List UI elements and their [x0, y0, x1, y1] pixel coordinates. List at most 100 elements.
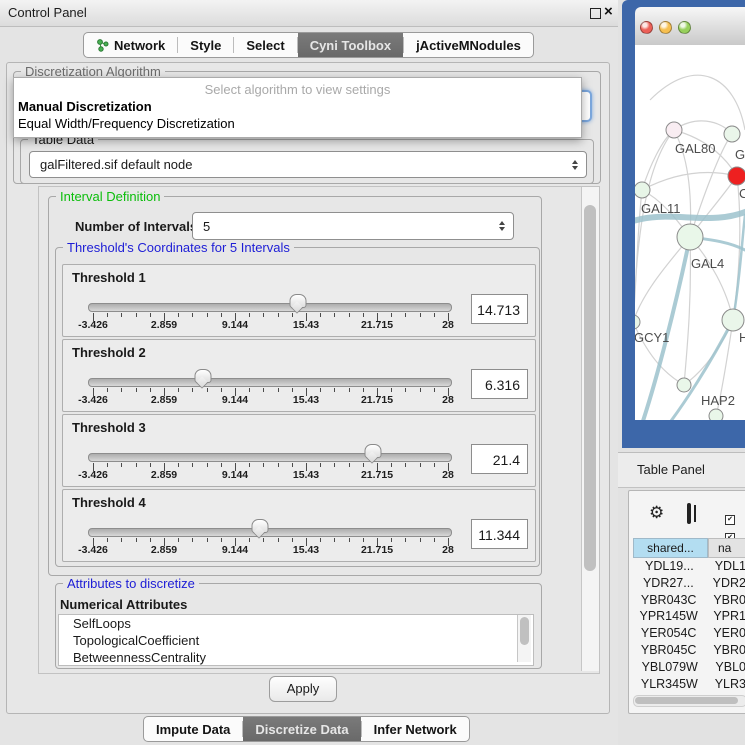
- tab-label: Select: [246, 38, 284, 53]
- slider-track[interactable]: [88, 378, 452, 387]
- slider-tick-label: 28: [442, 544, 454, 556]
- tab-network[interactable]: Network: [84, 33, 177, 57]
- settings-scrollbar[interactable]: [581, 187, 599, 671]
- network-canvas[interactable]: GAL80GACGAL11GAL4GCY1HHAP2: [635, 45, 745, 420]
- combo-arrows-icon[interactable]: [572, 160, 586, 170]
- slider-thumb[interactable]: [195, 369, 212, 383]
- table-row[interactable]: YLR345WYLR3: [633, 677, 745, 694]
- network-node[interactable]: [666, 122, 682, 138]
- slider-tick-label: 2.859: [151, 394, 177, 406]
- tab-cyni-toolbox[interactable]: Cyni Toolbox: [298, 33, 403, 57]
- panel-title: Control Panel: [8, 5, 87, 20]
- tab-infer-network[interactable]: Infer Network: [362, 717, 469, 741]
- slider-track[interactable]: [88, 303, 452, 312]
- network-node[interactable]: [635, 315, 640, 329]
- screenshot-root: Control Panel × NetworkStyle Select Cyni T…: [0, 0, 745, 745]
- table-data-combobox[interactable]: galFiltered.sif default node: [29, 151, 587, 178]
- slider-track[interactable]: [88, 453, 452, 462]
- table-row[interactable]: YBL079WYBL0: [633, 660, 745, 677]
- network-node-label: GAL11: [641, 201, 681, 216]
- network-node[interactable]: [635, 182, 650, 198]
- float-panel-icon[interactable]: [590, 8, 601, 19]
- threshold-value-field[interactable]: 6.316: [471, 369, 528, 399]
- slider-tick: [136, 538, 137, 542]
- slider-tick: [278, 463, 279, 467]
- tab-jactivemnodules[interactable]: jActiveMNodules: [404, 33, 533, 57]
- slider-tick: [349, 388, 350, 392]
- slider-tick: [263, 463, 264, 467]
- table-row[interactable]: YDR27...YDR2: [633, 576, 745, 593]
- cell-name: YBR0: [704, 643, 745, 660]
- attribute-list-item[interactable]: BetweennessCentrality: [59, 649, 533, 666]
- popup-item-manual[interactable]: Manual Discretization: [18, 99, 152, 114]
- gear-icon[interactable]: ⚙: [649, 504, 664, 523]
- table-horizontal-scrollbar[interactable]: [633, 695, 745, 707]
- tab-style[interactable]: Style: [178, 33, 233, 57]
- slider-tick: [434, 463, 435, 467]
- threshold-label: Threshold 2: [72, 345, 146, 360]
- table-row[interactable]: YDL19...YDL1: [633, 559, 745, 576]
- threshold-value-field[interactable]: 11.344: [471, 519, 528, 549]
- popup-item-equal-width[interactable]: Equal Width/Frequency Discretization: [18, 116, 235, 131]
- table-row[interactable]: YBR045CYBR0: [633, 643, 745, 660]
- slider-tick: [107, 388, 108, 392]
- slider-tick: [121, 538, 122, 542]
- tab-discretize-data[interactable]: Discretize Data: [243, 717, 360, 741]
- network-node-label: GAL4: [691, 256, 724, 271]
- network-node-label: HAP2: [701, 393, 735, 408]
- num-intervals-label: Number of Intervals: [75, 219, 197, 234]
- slider-tick: [420, 538, 421, 542]
- attributes-list-scrollbar[interactable]: [517, 615, 531, 662]
- threshold-panel-3: Threshold 3-3.4262.8599.14415.4321.71528…: [62, 414, 536, 487]
- network-node[interactable]: [677, 378, 691, 392]
- slider-tick: [363, 388, 364, 392]
- tab-select[interactable]: Select: [234, 33, 296, 57]
- slider-thumb[interactable]: [289, 294, 306, 308]
- spinner-arrows-icon[interactable]: [499, 221, 513, 231]
- table-row[interactable]: YER054CYER0: [633, 626, 745, 643]
- network-window-titlebar[interactable]: [635, 7, 745, 46]
- slider-thumb[interactable]: [365, 444, 382, 458]
- cell-shared-name: YDL19...: [633, 559, 706, 576]
- close-icon[interactable]: ×: [604, 3, 613, 21]
- mac-zoom-icon[interactable]: [678, 21, 691, 34]
- apply-button[interactable]: Apply: [269, 676, 337, 702]
- attribute-list-item[interactable]: SelfLoops: [59, 615, 533, 632]
- slider-tick: [150, 538, 151, 542]
- table-row[interactable]: YBR043CYBR0: [633, 593, 745, 610]
- attribute-list-item[interactable]: TopologicalCoefficient: [59, 632, 533, 649]
- slider-tick: [363, 313, 364, 317]
- mac-close-icon[interactable]: [640, 21, 653, 34]
- cell-name: YBL0: [706, 660, 745, 677]
- slider-tick: [391, 538, 392, 542]
- table-row[interactable]: YPR145WYPR1: [633, 609, 745, 626]
- network-node[interactable]: [722, 309, 744, 331]
- network-edge: [674, 121, 732, 134]
- slider-thumb[interactable]: [251, 519, 268, 533]
- numerical-attributes-list[interactable]: SelfLoopsTopologicalCoefficientBetweenne…: [58, 614, 534, 666]
- slider-tick: [349, 313, 350, 317]
- slider-tick: [150, 388, 151, 392]
- slider-tick: [178, 313, 179, 317]
- network-node[interactable]: [724, 126, 740, 142]
- slider-tick: [320, 313, 321, 317]
- split-column-icon[interactable]: [687, 505, 691, 523]
- slider-tick: [320, 463, 321, 467]
- network-node[interactable]: [709, 409, 723, 420]
- slider-tick: [249, 388, 250, 392]
- tab-impute-data[interactable]: Impute Data: [144, 717, 242, 741]
- slider-tick: [207, 313, 208, 317]
- slider-tick: [121, 313, 122, 317]
- network-node[interactable]: [728, 167, 745, 185]
- network-node[interactable]: [677, 224, 703, 250]
- column-header-shared-name[interactable]: shared...: [633, 538, 708, 558]
- column-header-name[interactable]: na: [708, 538, 745, 558]
- slider-track[interactable]: [88, 528, 452, 537]
- mac-minimize-icon[interactable]: [659, 21, 672, 34]
- num-intervals-spinner[interactable]: 5: [192, 212, 514, 240]
- threshold-value-field[interactable]: 21.4: [471, 444, 528, 474]
- slider-tick: [249, 313, 250, 317]
- threshold-value-field[interactable]: 14.713: [471, 294, 528, 324]
- slider-tick-label: 28: [442, 469, 454, 481]
- checkbox-icon: ✔: [725, 515, 735, 525]
